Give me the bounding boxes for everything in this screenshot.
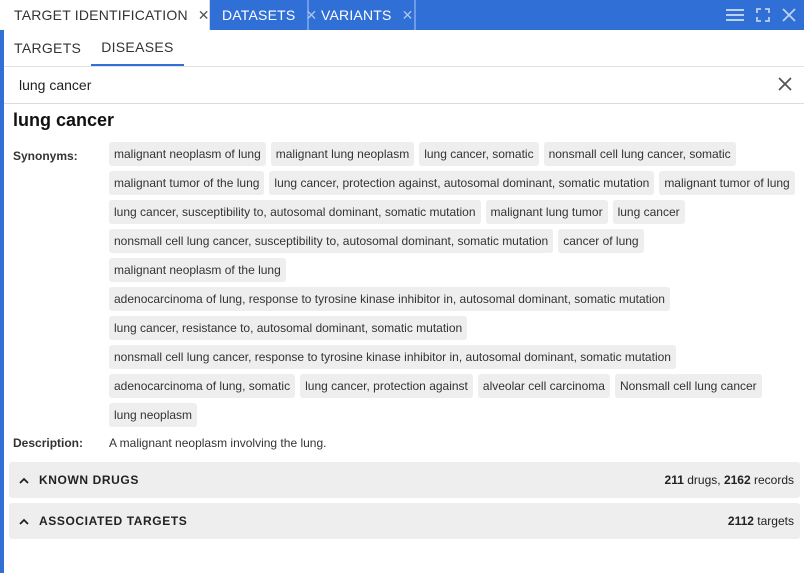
synonym-chip: lung cancer, protection against (300, 374, 473, 398)
close-icon[interactable]: ✕ (198, 8, 210, 22)
chevron-up-icon[interactable] (9, 518, 39, 525)
synonyms-label: Synonyms: (13, 149, 78, 163)
synonym-chip: lung cancer, protection against, autosom… (269, 171, 655, 195)
search-input[interactable] (4, 77, 744, 93)
tab-label: TARGET IDENTIFICATION (14, 7, 188, 23)
synonym-chip: alveolar cell carcinoma (477, 374, 610, 398)
synonym-chip: malignant tumor of the lung (109, 171, 265, 195)
drugs-unit: drugs, (683, 473, 721, 487)
hamburger-menu-icon[interactable] (726, 8, 744, 22)
disease-title: lung cancer (13, 110, 115, 130)
synonyms-list: malignant neoplasm of lung malignant lung… (109, 142, 799, 427)
close-icon[interactable]: ✕ (402, 8, 414, 22)
close-icon[interactable] (778, 77, 792, 96)
synonym-chip: nonsmall cell lung cancer, response to t… (109, 345, 676, 369)
close-icon[interactable] (782, 8, 796, 22)
tab-label: DATASETS (222, 7, 296, 23)
subtab-diseases[interactable]: DISEASES (91, 30, 184, 66)
description-row: Description: A malignant neoplasm involv… (13, 436, 799, 450)
associated-targets-section[interactable]: ASSOCIATED TARGETS 2112 targets (9, 503, 800, 539)
records-count: 2162 (723, 473, 751, 487)
synonym-chip: malignant lung tumor (485, 200, 608, 224)
tab-label: VARIANTS (321, 7, 392, 23)
targets-count: 2112 (727, 514, 754, 528)
tabbar-spacer (416, 0, 726, 30)
synonym-chip: malignant lung neoplasm (270, 142, 415, 166)
synonym-chip: malignant tumor of lung (659, 171, 795, 195)
synonym-chip: nonsmall cell lung cancer, susceptibilit… (109, 229, 554, 253)
subtab-targets[interactable]: TARGETS (4, 30, 91, 66)
sub-tabs: TARGETS DISEASES (4, 30, 804, 67)
synonyms-row: Synonyms: malignant neoplasm of lung mali… (13, 142, 799, 427)
synonym-chip: lung cancer, susceptibility to, autosoma… (109, 200, 481, 224)
known-drugs-section[interactable]: KNOWN DRUGS 211 drugs, 2162 records (9, 462, 800, 498)
synonym-chip: adenocarcinoma of lung, somatic (109, 374, 296, 398)
tab-datasets[interactable]: DATASETS ✕ (210, 0, 317, 30)
synonym-chip: cancer of lung (558, 229, 644, 253)
synonym-chip: lung cancer, resistance to, autosomal do… (109, 316, 468, 340)
associated-targets-stats: 2112 targets (728, 514, 800, 528)
drugs-count: 211 (664, 473, 684, 487)
disease-details: lung cancer Synonyms: malignant neoplasm… (13, 104, 799, 450)
fullscreen-icon[interactable] (756, 8, 770, 22)
synonym-chip: malignant neoplasm of lung (109, 142, 266, 166)
tab-variants[interactable]: VARIANTS ✕ (309, 0, 416, 30)
known-drugs-title: KNOWN DRUGS (39, 473, 139, 487)
synonym-chip: lung cancer (612, 200, 685, 224)
synonym-chip: lung neoplasm (109, 403, 198, 427)
records-unit: records (750, 473, 794, 487)
search-row (4, 67, 804, 104)
targets-unit: targets (753, 514, 794, 528)
known-drugs-stats: 211 drugs, 2162 records (665, 473, 800, 487)
description-label: Description: (13, 436, 84, 450)
synonym-chip: adenocarcinoma of lung, response to tyro… (109, 287, 670, 311)
synonym-chip: malignant neoplasm of the lung (109, 258, 286, 282)
window-controls (726, 0, 804, 30)
synonym-chip: lung cancer, somatic (419, 142, 539, 166)
top-tab-bar: TARGET IDENTIFICATION ✕ DATASETS ✕ VARIA… (0, 0, 804, 30)
synonym-chip: Nonsmall cell lung cancer (614, 374, 762, 398)
associated-targets-title: ASSOCIATED TARGETS (39, 514, 188, 528)
description-text: A malignant neoplasm involving the lung. (109, 436, 327, 450)
tab-target-identification[interactable]: TARGET IDENTIFICATION ✕ (0, 0, 210, 30)
synonym-chip: nonsmall cell lung cancer, somatic (543, 142, 736, 166)
chevron-up-icon[interactable] (9, 477, 39, 484)
